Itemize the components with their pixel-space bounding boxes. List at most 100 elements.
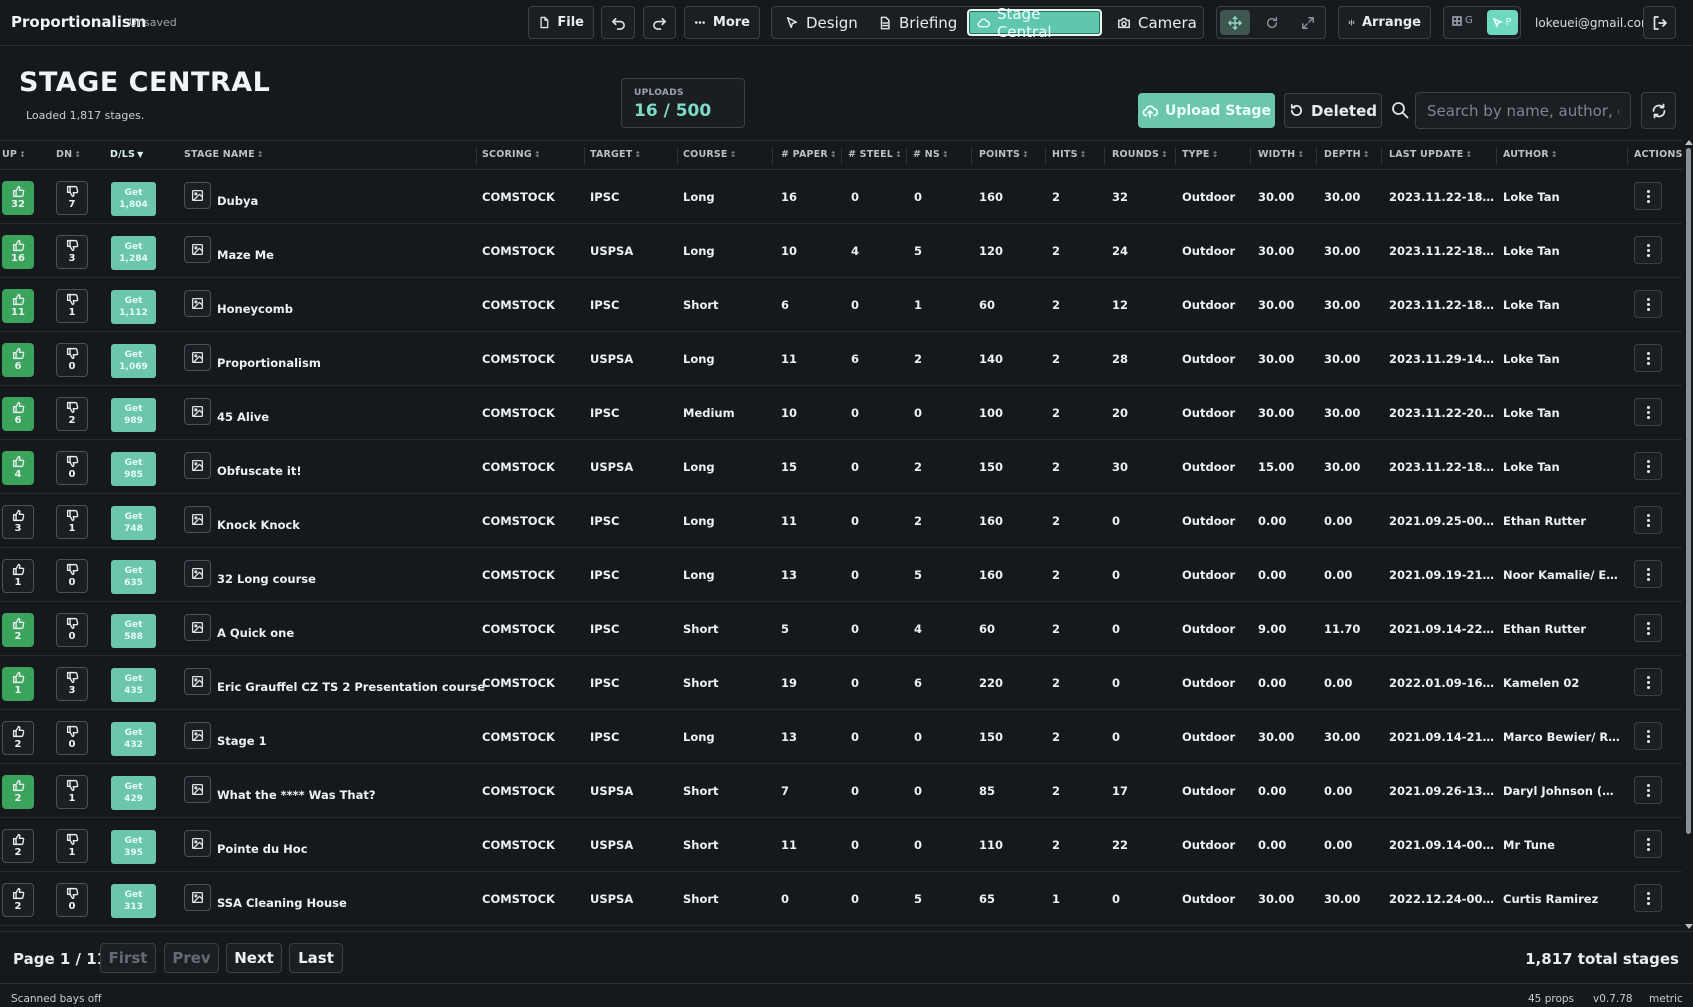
table-row[interactable]: 4 0 Get 985 Obfuscate it! COMSTOCK USPSA Long 15… [0, 440, 1682, 494]
get-stage-button[interactable]: Get 1,804 [111, 182, 156, 216]
col-header-type[interactable]: TYPE ↕ [1182, 149, 1219, 160]
image-icon[interactable] [184, 884, 211, 911]
stage-name[interactable]: Obfuscate it! [217, 464, 302, 478]
image-icon[interactable] [184, 452, 211, 479]
col-header-depth[interactable]: DEPTH ↕ [1324, 149, 1370, 160]
get-stage-button[interactable]: Get 588 [111, 614, 156, 648]
upvote-button[interactable]: 6 [2, 343, 34, 377]
get-stage-button[interactable]: Get 395 [111, 830, 156, 864]
col-header-scoring[interactable]: SCORING ↕ [482, 149, 541, 160]
downvote-button[interactable]: 0 [56, 883, 88, 917]
row-actions-button[interactable] [1634, 236, 1662, 264]
scroll-thumb[interactable] [1686, 148, 1691, 834]
upvote-button[interactable]: 2 [2, 775, 34, 809]
downvote-button[interactable]: 0 [56, 343, 88, 377]
table-row[interactable]: 16 3 Get 1,284 Maze Me COMSTOCK USPSA Long 10 4 5 1… [0, 224, 1682, 278]
get-stage-button[interactable]: Get 313 [111, 884, 156, 918]
downvote-button[interactable]: 0 [56, 451, 88, 485]
stage-name[interactable]: SSA Cleaning House [217, 896, 347, 910]
stage-name[interactable]: Proportionalism [217, 356, 321, 370]
get-stage-button[interactable]: Get 748 [111, 506, 156, 540]
get-stage-button[interactable]: Get 435 [111, 668, 156, 702]
col-header-course[interactable]: COURSE ↕ [683, 149, 737, 160]
upvote-button[interactable]: 3 [2, 505, 34, 539]
image-icon[interactable] [184, 506, 211, 533]
stage-name[interactable]: Stage 1 [217, 734, 267, 748]
upvote-button[interactable]: 16 [2, 235, 34, 269]
col-header-rounds[interactable]: ROUNDS ↕ [1112, 149, 1168, 160]
file-menu-button[interactable]: File [528, 6, 594, 39]
col-header-points[interactable]: POINTS ↕ [979, 149, 1029, 160]
stage-name[interactable]: Knock Knock [217, 518, 300, 532]
row-actions-button[interactable] [1634, 668, 1662, 696]
more-menu-button[interactable]: More [684, 6, 760, 39]
col-header-dls[interactable]: D/LS ▼ [110, 149, 143, 160]
image-icon[interactable] [184, 722, 211, 749]
scroll-up-arrow[interactable] [1685, 140, 1693, 145]
prev-page-button[interactable]: Prev [164, 943, 219, 973]
rotate-tool-button[interactable] [1257, 10, 1287, 35]
logout-button[interactable] [1643, 6, 1676, 39]
get-stage-button[interactable]: Get 1,112 [111, 290, 156, 324]
tab-camera[interactable]: Camera [1109, 10, 1205, 35]
upload-stage-button[interactable]: Upload Stage [1138, 93, 1275, 128]
upvote-button[interactable]: 2 [2, 883, 34, 917]
downvote-button[interactable]: 0 [56, 613, 88, 647]
get-stage-button[interactable]: Get 635 [111, 560, 156, 594]
get-stage-button[interactable]: Get 429 [111, 776, 156, 810]
first-page-button[interactable]: First [100, 943, 156, 973]
downvote-button[interactable]: 1 [56, 775, 88, 809]
stage-name[interactable]: What the **** Was That? [217, 788, 376, 802]
upvote-button[interactable]: 2 [2, 829, 34, 863]
downvote-button[interactable]: 7 [56, 181, 88, 215]
table-row[interactable]: 2 1 Get 429 What the **** Was That? COMSTOCK U… [0, 764, 1682, 818]
table-row[interactable]: 1 0 Get 635 32 Long course COMSTOCK IPSC Long 13… [0, 548, 1682, 602]
tab-briefing[interactable]: Briefing [870, 10, 965, 35]
image-icon[interactable] [184, 830, 211, 857]
image-icon[interactable] [184, 236, 211, 263]
upvote-button[interactable]: 11 [2, 289, 34, 323]
table-row[interactable]: 6 0 Get 1,069 Proportionalism COMSTOCK USPSA Lo… [0, 332, 1682, 386]
row-actions-button[interactable] [1634, 182, 1662, 210]
deleted-button[interactable]: Deleted [1284, 93, 1382, 128]
stage-name[interactable]: Dubya [217, 194, 258, 208]
table-row[interactable]: 3 1 Get 748 Knock Knock COMSTOCK IPSC Long 11 0 2 1… [0, 494, 1682, 548]
image-icon[interactable] [184, 290, 211, 317]
grid-toggle[interactable]: G [1452, 15, 1473, 26]
pointer-toggle[interactable]: P [1487, 10, 1518, 35]
stage-name[interactable]: 32 Long course [217, 572, 316, 586]
image-icon[interactable] [184, 398, 211, 425]
row-actions-button[interactable] [1634, 830, 1662, 858]
col-header-steel[interactable]: # STEEL ↕ [848, 149, 902, 160]
table-row[interactable]: 32 7 Get 1,804 Dubya COMSTOCK IPSC Long 16 0 0 160 2… [0, 170, 1682, 224]
col-header-dn[interactable]: DN ↕ [56, 149, 81, 160]
tab-stage-central[interactable]: Stage Central [967, 5, 1102, 41]
col-header-stage-name[interactable]: STAGE NAME ↕ [184, 149, 264, 160]
col-header-author[interactable]: AUTHOR ↕ [1503, 149, 1558, 160]
stage-name[interactable]: Pointe du Hoc [217, 842, 308, 856]
row-actions-button[interactable] [1634, 398, 1662, 426]
stage-name[interactable]: Eric Grauffel CZ TS 2 Presentation cours… [217, 680, 485, 694]
redo-button[interactable] [643, 6, 676, 39]
col-header-hits[interactable]: HITS ↕ [1052, 149, 1087, 160]
row-actions-button[interactable] [1634, 344, 1662, 372]
row-actions-button[interactable] [1634, 506, 1662, 534]
downvote-button[interactable]: 1 [56, 505, 88, 539]
col-header-last-update[interactable]: LAST UPDATE ↕ [1389, 149, 1472, 160]
row-actions-button[interactable] [1634, 560, 1662, 588]
col-header-width[interactable]: WIDTH ↕ [1258, 149, 1304, 160]
image-icon[interactable] [184, 614, 211, 641]
downvote-button[interactable]: 0 [56, 721, 88, 755]
row-actions-button[interactable] [1634, 722, 1662, 750]
scale-tool-button[interactable] [1293, 10, 1323, 35]
upvote-button[interactable]: 1 [2, 667, 34, 701]
undo-button[interactable] [601, 6, 635, 39]
downvote-button[interactable]: 2 [56, 397, 88, 431]
stage-name[interactable]: Maze Me [217, 248, 274, 262]
upvote-button[interactable]: 2 [2, 721, 34, 755]
last-page-button[interactable]: Last [289, 943, 343, 973]
table-scrollbar[interactable] [1684, 140, 1693, 930]
move-tool-button[interactable] [1220, 10, 1250, 35]
col-header-target[interactable]: TARGET ↕ [590, 149, 641, 160]
refresh-button[interactable] [1641, 92, 1676, 129]
